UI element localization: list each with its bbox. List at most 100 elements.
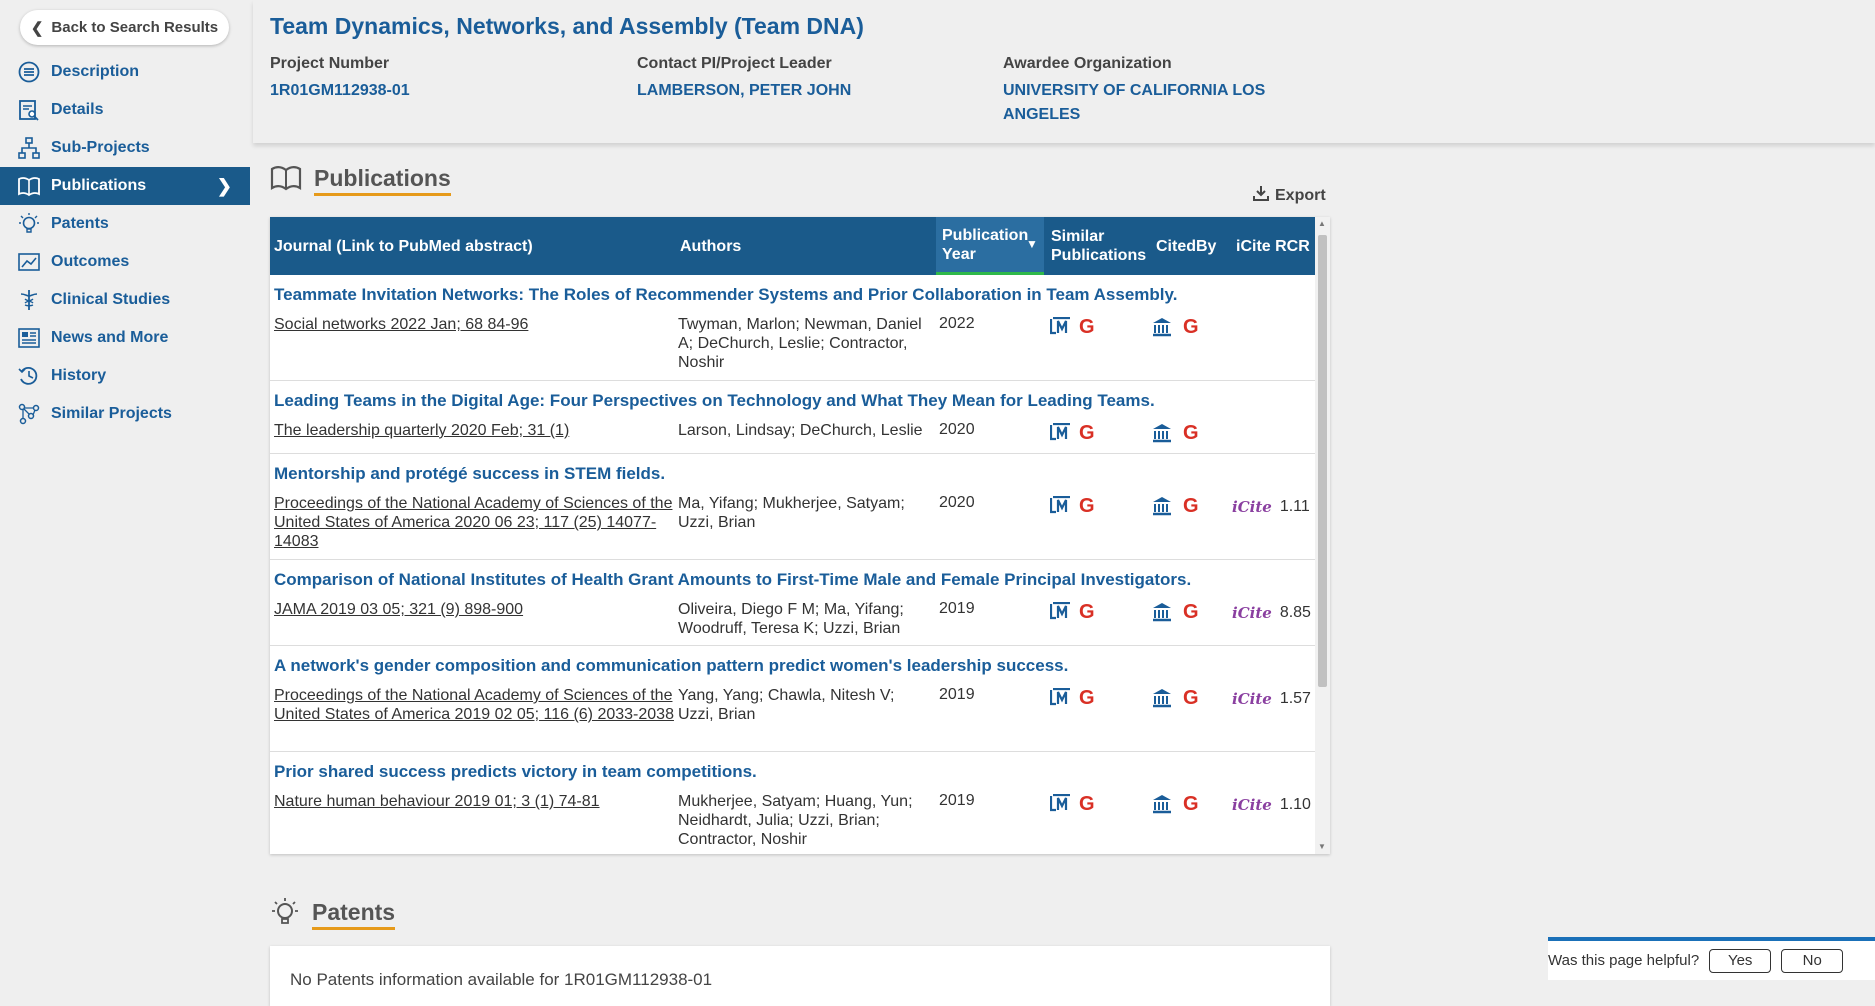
google-scholar-similar-icon[interactable]: G bbox=[1079, 602, 1101, 622]
library-icon[interactable] bbox=[1152, 317, 1174, 337]
icite-rcr[interactable]: iCite 1.10 bbox=[1232, 796, 1311, 814]
library-icon[interactable] bbox=[1152, 496, 1174, 516]
publications-table: Journal (Link to PubMed abstract) Author… bbox=[270, 217, 1330, 854]
lm-similar-icon[interactable] bbox=[1049, 495, 1072, 516]
google-scholar-similar-icon[interactable]: G bbox=[1079, 423, 1101, 443]
publication-title[interactable]: Comparison of National Institutes of Hea… bbox=[274, 570, 1191, 590]
journal-link[interactable]: JAMA 2019 03 05; 321 (9) 898-900 bbox=[274, 600, 674, 619]
table-row: Leading Teams in the Digital Age: Four P… bbox=[270, 381, 1315, 454]
publication-title[interactable]: Leading Teams in the Digital Age: Four P… bbox=[274, 391, 1155, 411]
project-number-label: Project Number bbox=[270, 55, 390, 72]
awardee-org-link[interactable]: UNIVERSITY OF CALIFORNIA LOS ANGELES bbox=[1003, 79, 1273, 127]
lm-similar-icon[interactable] bbox=[1049, 793, 1072, 814]
contact-pi-block: Contact PI/Project Leader LAMBERSON, PET… bbox=[637, 55, 851, 103]
table-row: Teammate Invitation Networks: The Roles … bbox=[270, 275, 1315, 381]
google-scholar-similar-icon[interactable]: G bbox=[1079, 317, 1101, 337]
library-icon[interactable] bbox=[1152, 688, 1174, 708]
feedback-question: Was this page helpful? bbox=[1548, 952, 1700, 969]
back-to-results-button[interactable]: ❮ Back to Search Results bbox=[20, 10, 229, 45]
library-icon[interactable] bbox=[1152, 602, 1174, 622]
journal-link[interactable]: Proceedings of the National Academy of S… bbox=[274, 686, 674, 724]
publication-year: 2020 bbox=[939, 494, 975, 511]
sidebar-item-outcomes[interactable]: Outcomes bbox=[0, 243, 250, 281]
document-search-icon bbox=[16, 97, 42, 123]
sidebar-item-label: Sub-Projects bbox=[51, 139, 150, 156]
feedback-yes-button[interactable]: Yes bbox=[1709, 948, 1772, 973]
lm-similar-icon[interactable] bbox=[1049, 422, 1072, 443]
col-year-label: Publication Year bbox=[942, 226, 1029, 263]
history-icon bbox=[16, 363, 42, 389]
sidebar-item-history[interactable]: History bbox=[0, 357, 250, 395]
publication-year: 2019 bbox=[939, 686, 975, 703]
table-row: Mentorship and protégé success in STEM f… bbox=[270, 454, 1315, 560]
journal-link[interactable]: Nature human behaviour 2019 01; 3 (1) 74… bbox=[274, 792, 674, 811]
export-button[interactable]: Export bbox=[1253, 185, 1326, 206]
lm-similar-icon[interactable] bbox=[1049, 687, 1072, 708]
sidebar-item-label: Description bbox=[51, 63, 140, 80]
scroll-up-icon[interactable]: ▲ bbox=[1318, 219, 1326, 228]
publication-year: 2022 bbox=[939, 315, 975, 332]
table-scrollbar[interactable]: ▲ ▼ bbox=[1315, 217, 1330, 854]
patents-heading: Patents bbox=[270, 896, 396, 933]
list-circle-icon bbox=[16, 59, 42, 85]
contact-pi-link[interactable]: LAMBERSON, PETER JOHN bbox=[637, 79, 851, 103]
google-scholar-citedby-icon[interactable]: G bbox=[1183, 602, 1205, 622]
publication-title[interactable]: A network's gender composition and commu… bbox=[274, 656, 1068, 676]
sidebar-item-description[interactable]: Description bbox=[0, 53, 250, 91]
col-authors[interactable]: Authors bbox=[680, 217, 930, 275]
authors-text: Twyman, Marlon; Newman, Daniel A; DeChur… bbox=[678, 316, 922, 371]
sidebar-item-label: Outcomes bbox=[51, 253, 130, 270]
sidebar-item-label: Details bbox=[51, 101, 104, 118]
icite-logo: iCite bbox=[1232, 604, 1272, 622]
project-number: 1R01GM112938-01 bbox=[270, 82, 410, 99]
scroll-down-icon[interactable]: ▼ bbox=[1318, 842, 1326, 851]
sidebar-item-label: Publications bbox=[51, 177, 147, 194]
awardee-org-label: Awardee Organization bbox=[1003, 55, 1172, 72]
publication-title[interactable]: Prior shared success predicts victory in… bbox=[274, 762, 757, 782]
col-publication-year[interactable]: Publication Year ▼ bbox=[936, 217, 1044, 275]
sidebar-item-sub-projects[interactable]: Sub-Projects bbox=[0, 129, 250, 167]
journal-link[interactable]: The leadership quarterly 2020 Feb; 31 (1… bbox=[274, 421, 674, 440]
library-icon[interactable] bbox=[1152, 423, 1174, 443]
publication-title[interactable]: Teammate Invitation Networks: The Roles … bbox=[274, 285, 1177, 305]
icite-logo: iCite bbox=[1232, 796, 1272, 814]
sidebar-item-clinical-studies[interactable]: Clinical Studies bbox=[0, 281, 250, 319]
sidebar-item-patents[interactable]: Patents bbox=[0, 205, 250, 243]
journal-link[interactable]: Social networks 2022 Jan; 68 84-96 bbox=[274, 315, 674, 334]
google-scholar-citedby-icon[interactable]: G bbox=[1183, 317, 1205, 337]
icite-rcr[interactable]: iCite 1.57 bbox=[1232, 690, 1311, 708]
col-citedby[interactable]: CitedBy bbox=[1156, 217, 1226, 275]
col-icite-rcr[interactable]: iCite RCR bbox=[1236, 217, 1312, 275]
google-scholar-similar-icon[interactable]: G bbox=[1079, 688, 1101, 708]
icite-rcr[interactable]: iCite 8.85 bbox=[1232, 604, 1311, 622]
google-scholar-citedby-icon[interactable]: G bbox=[1183, 423, 1205, 443]
sidebar-item-news[interactable]: News and More bbox=[0, 319, 250, 357]
publication-year: 2020 bbox=[939, 421, 975, 438]
journal-link[interactable]: Proceedings of the National Academy of S… bbox=[274, 494, 674, 551]
google-scholar-similar-icon[interactable]: G bbox=[1079, 794, 1101, 814]
col-similar-publications[interactable]: Similar Publications bbox=[1051, 217, 1151, 275]
lightbulb-icon bbox=[270, 896, 300, 933]
sidebar-item-details[interactable]: Details bbox=[0, 91, 250, 129]
google-scholar-citedby-icon[interactable]: G bbox=[1183, 794, 1205, 814]
col-journal[interactable]: Journal (Link to PubMed abstract) bbox=[274, 217, 674, 275]
lm-similar-icon[interactable] bbox=[1049, 601, 1072, 622]
book-icon bbox=[270, 164, 302, 197]
sidebar-item-similar-projects[interactable]: Similar Projects bbox=[0, 395, 250, 433]
publication-title[interactable]: Mentorship and protégé success in STEM f… bbox=[274, 464, 665, 484]
icite-rcr[interactable]: iCite 1.11 bbox=[1232, 498, 1310, 516]
google-scholar-citedby-icon[interactable]: G bbox=[1183, 688, 1205, 708]
table-header: Journal (Link to PubMed abstract) Author… bbox=[270, 217, 1315, 275]
authors-text: Oliveira, Diego F M; Ma, Yifang; Woodruf… bbox=[678, 601, 904, 637]
google-scholar-similar-icon[interactable]: G bbox=[1079, 496, 1101, 516]
sidebar-item-label: History bbox=[51, 367, 107, 384]
library-icon[interactable] bbox=[1152, 794, 1174, 814]
scrollbar-thumb[interactable] bbox=[1318, 235, 1327, 687]
authors-text: Ma, Yifang; Mukherjee, Satyam; Uzzi, Bri… bbox=[678, 495, 905, 531]
lm-similar-icon[interactable] bbox=[1049, 316, 1072, 337]
google-scholar-citedby-icon[interactable]: G bbox=[1183, 496, 1205, 516]
sidebar-item-label: Clinical Studies bbox=[51, 291, 171, 308]
feedback-no-button[interactable]: No bbox=[1781, 948, 1844, 973]
feedback-widget: Was this page helpful? Yes No bbox=[1548, 937, 1875, 980]
sidebar-item-publications[interactable]: Publications ❯ bbox=[0, 167, 250, 205]
